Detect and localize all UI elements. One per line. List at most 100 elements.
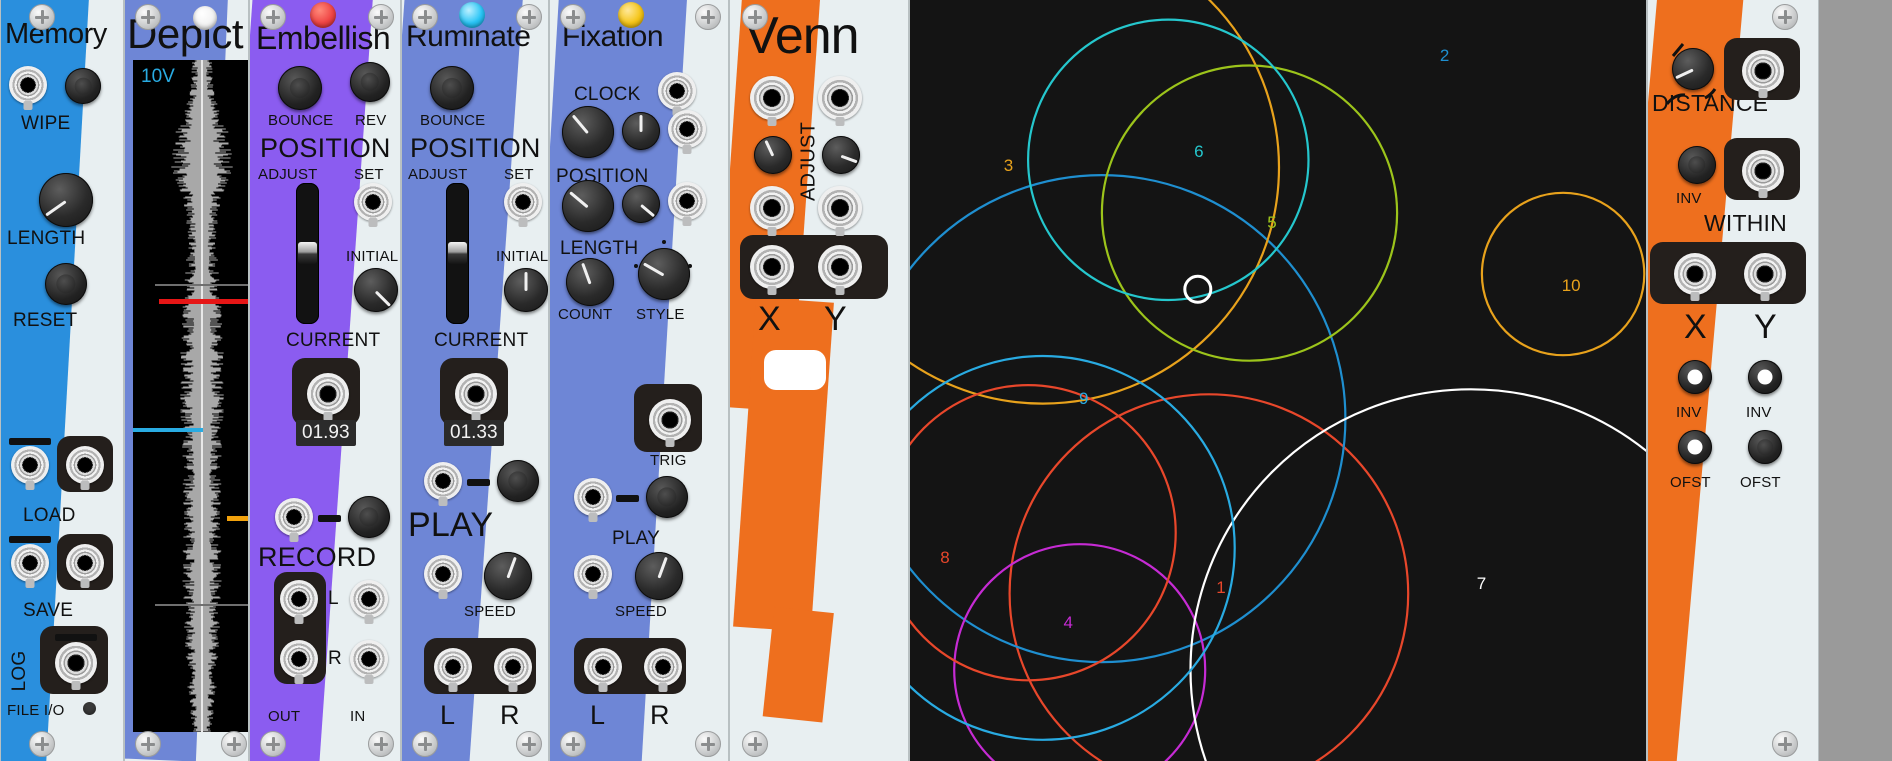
- play-jack[interactable]: [574, 478, 612, 516]
- screw-top-right[interactable]: [516, 4, 542, 30]
- screw-top-left[interactable]: [29, 4, 55, 30]
- venn-canvas[interactable]: 1 2 3 4 5 6 7 8 9 10: [910, 0, 1646, 761]
- within-jack[interactable]: [1742, 150, 1784, 192]
- length-knob[interactable]: [39, 173, 93, 227]
- cursor-ring[interactable]: [1183, 274, 1213, 304]
- venn-circle-7[interactable]: [1189, 388, 1648, 761]
- length-attenuator-knob[interactable]: [622, 185, 660, 223]
- venn-circle-3[interactable]: [910, 0, 1281, 405]
- screw-top-left[interactable]: [412, 4, 438, 30]
- style-knob[interactable]: [634, 240, 692, 300]
- x-inv-button[interactable]: [1678, 360, 1712, 394]
- venn-circle-9[interactable]: [910, 354, 1236, 741]
- bounce-button[interactable]: [278, 66, 322, 110]
- position-initial-knob[interactable]: [354, 268, 398, 312]
- wipe-button[interactable]: [65, 68, 101, 104]
- screw-bottom-right[interactable]: [368, 731, 394, 757]
- position-set-jack[interactable]: [504, 183, 542, 221]
- screw-top-right[interactable]: [368, 4, 394, 30]
- module-distance[interactable]: DISTANCE INV WITHIN X Y INV INV OFST OFS…: [1647, 0, 1819, 761]
- screw-top-left[interactable]: [135, 4, 161, 30]
- screw-bottom-right[interactable]: [695, 731, 721, 757]
- position-attenuator-knob[interactable]: [622, 112, 660, 150]
- load-output-jack[interactable]: [66, 446, 104, 484]
- record-jack[interactable]: [275, 498, 313, 536]
- rev-button[interactable]: [350, 62, 390, 102]
- y-input-jack[interactable]: [1744, 253, 1786, 295]
- venn-circle-2[interactable]: [910, 174, 1347, 664]
- speed-cv-jack[interactable]: [574, 555, 612, 593]
- y-output-jack[interactable]: [818, 245, 862, 289]
- screw-bottom-left[interactable]: [260, 731, 286, 757]
- position-current-jack[interactable]: [307, 373, 349, 415]
- out-left-jack[interactable]: [280, 580, 318, 618]
- venn-circle-6[interactable]: [1026, 18, 1310, 302]
- clock-jack[interactable]: [658, 72, 696, 110]
- module-fixation[interactable]: Fixation CLOCK POSITION LENGTH COUNT STY…: [549, 0, 729, 761]
- y-ofst-button[interactable]: [1748, 430, 1782, 464]
- out-right-jack[interactable]: [280, 640, 318, 678]
- screw-top-right[interactable]: [695, 4, 721, 30]
- module-memory[interactable]: Memory WIPE LENGTH RESET LOAD SAVE LOG F…: [0, 0, 124, 761]
- position-initial-knob[interactable]: [504, 268, 548, 312]
- venn-mid-left-jack[interactable]: [750, 186, 794, 230]
- module-embellish[interactable]: Embellish BOUNCE REV POSITION ADJUST SET…: [249, 0, 401, 761]
- venn-circle-8[interactable]: [910, 384, 1177, 682]
- record-button[interactable]: [348, 496, 390, 538]
- waveform-scope[interactable]: 10V: [133, 60, 248, 732]
- module-venn[interactable]: Venn ADJUST X Y: [729, 0, 909, 761]
- slider-handle[interactable]: [448, 242, 467, 264]
- play-button[interactable]: [497, 460, 539, 502]
- reset-button[interactable]: [45, 263, 87, 305]
- screw-top-left[interactable]: [560, 4, 586, 30]
- length-cv-jack[interactable]: [668, 182, 706, 220]
- screw-top-left[interactable]: [742, 4, 768, 30]
- save-output-jack[interactable]: [66, 544, 104, 582]
- venn-circle-5[interactable]: [1100, 64, 1399, 362]
- screw-top-left[interactable]: [260, 4, 286, 30]
- position-adjust-slider[interactable]: [446, 183, 469, 324]
- distance-jack[interactable]: [1742, 50, 1784, 92]
- position-current-jack[interactable]: [455, 373, 497, 415]
- x-output-jack[interactable]: [750, 245, 794, 289]
- wipe-jack[interactable]: [9, 66, 47, 104]
- in-right-jack[interactable]: [350, 640, 388, 678]
- in-left-jack[interactable]: [350, 580, 388, 618]
- out-left-jack[interactable]: [584, 648, 622, 686]
- venn-circle-1[interactable]: [1008, 393, 1410, 761]
- screw-bottom-left[interactable]: [742, 731, 768, 757]
- screw-bottom-right[interactable]: [1772, 731, 1798, 757]
- venn-white-button[interactable]: [764, 350, 826, 390]
- screw-bottom-left[interactable]: [29, 731, 55, 757]
- module-venn-display[interactable]: 1 2 3 4 5 6 7 8 9 10: [909, 0, 1647, 761]
- venn-top-right-jack[interactable]: [818, 76, 862, 120]
- adjust-x-knob[interactable]: [754, 136, 792, 174]
- save-input-jack[interactable]: [11, 544, 49, 582]
- load-input-jack[interactable]: [11, 446, 49, 484]
- venn-circle-10[interactable]: [1480, 191, 1646, 357]
- within-inv-button[interactable]: [1678, 146, 1716, 184]
- slider-handle[interactable]: [298, 242, 317, 264]
- count-knob[interactable]: [566, 258, 614, 306]
- venn-top-left-jack[interactable]: [750, 76, 794, 120]
- venn-mid-right-jack[interactable]: [818, 186, 862, 230]
- play-jack[interactable]: [424, 462, 462, 500]
- distance-knob[interactable]: [1672, 48, 1714, 90]
- out-right-jack[interactable]: [494, 648, 532, 686]
- screw-top-right[interactable]: [1772, 4, 1798, 30]
- adjust-y-knob[interactable]: [822, 136, 860, 174]
- position-set-jack[interactable]: [354, 183, 392, 221]
- trig-jack[interactable]: [649, 399, 691, 441]
- x-input-jack[interactable]: [1674, 253, 1716, 295]
- length-knob[interactable]: [562, 180, 614, 232]
- x-ofst-button[interactable]: [1678, 430, 1712, 464]
- file-io-jack[interactable]: [55, 642, 97, 684]
- y-inv-button[interactable]: [1748, 360, 1782, 394]
- screw-bottom-right[interactable]: [516, 731, 542, 757]
- module-depict[interactable]: Depict 10V: [124, 0, 249, 761]
- module-ruminate[interactable]: Ruminate BOUNCE POSITION ADJUST SET INIT…: [401, 0, 549, 761]
- position-knob[interactable]: [562, 106, 614, 158]
- screw-bottom-left[interactable]: [135, 731, 161, 757]
- screw-bottom-left[interactable]: [560, 731, 586, 757]
- out-right-jack[interactable]: [644, 648, 682, 686]
